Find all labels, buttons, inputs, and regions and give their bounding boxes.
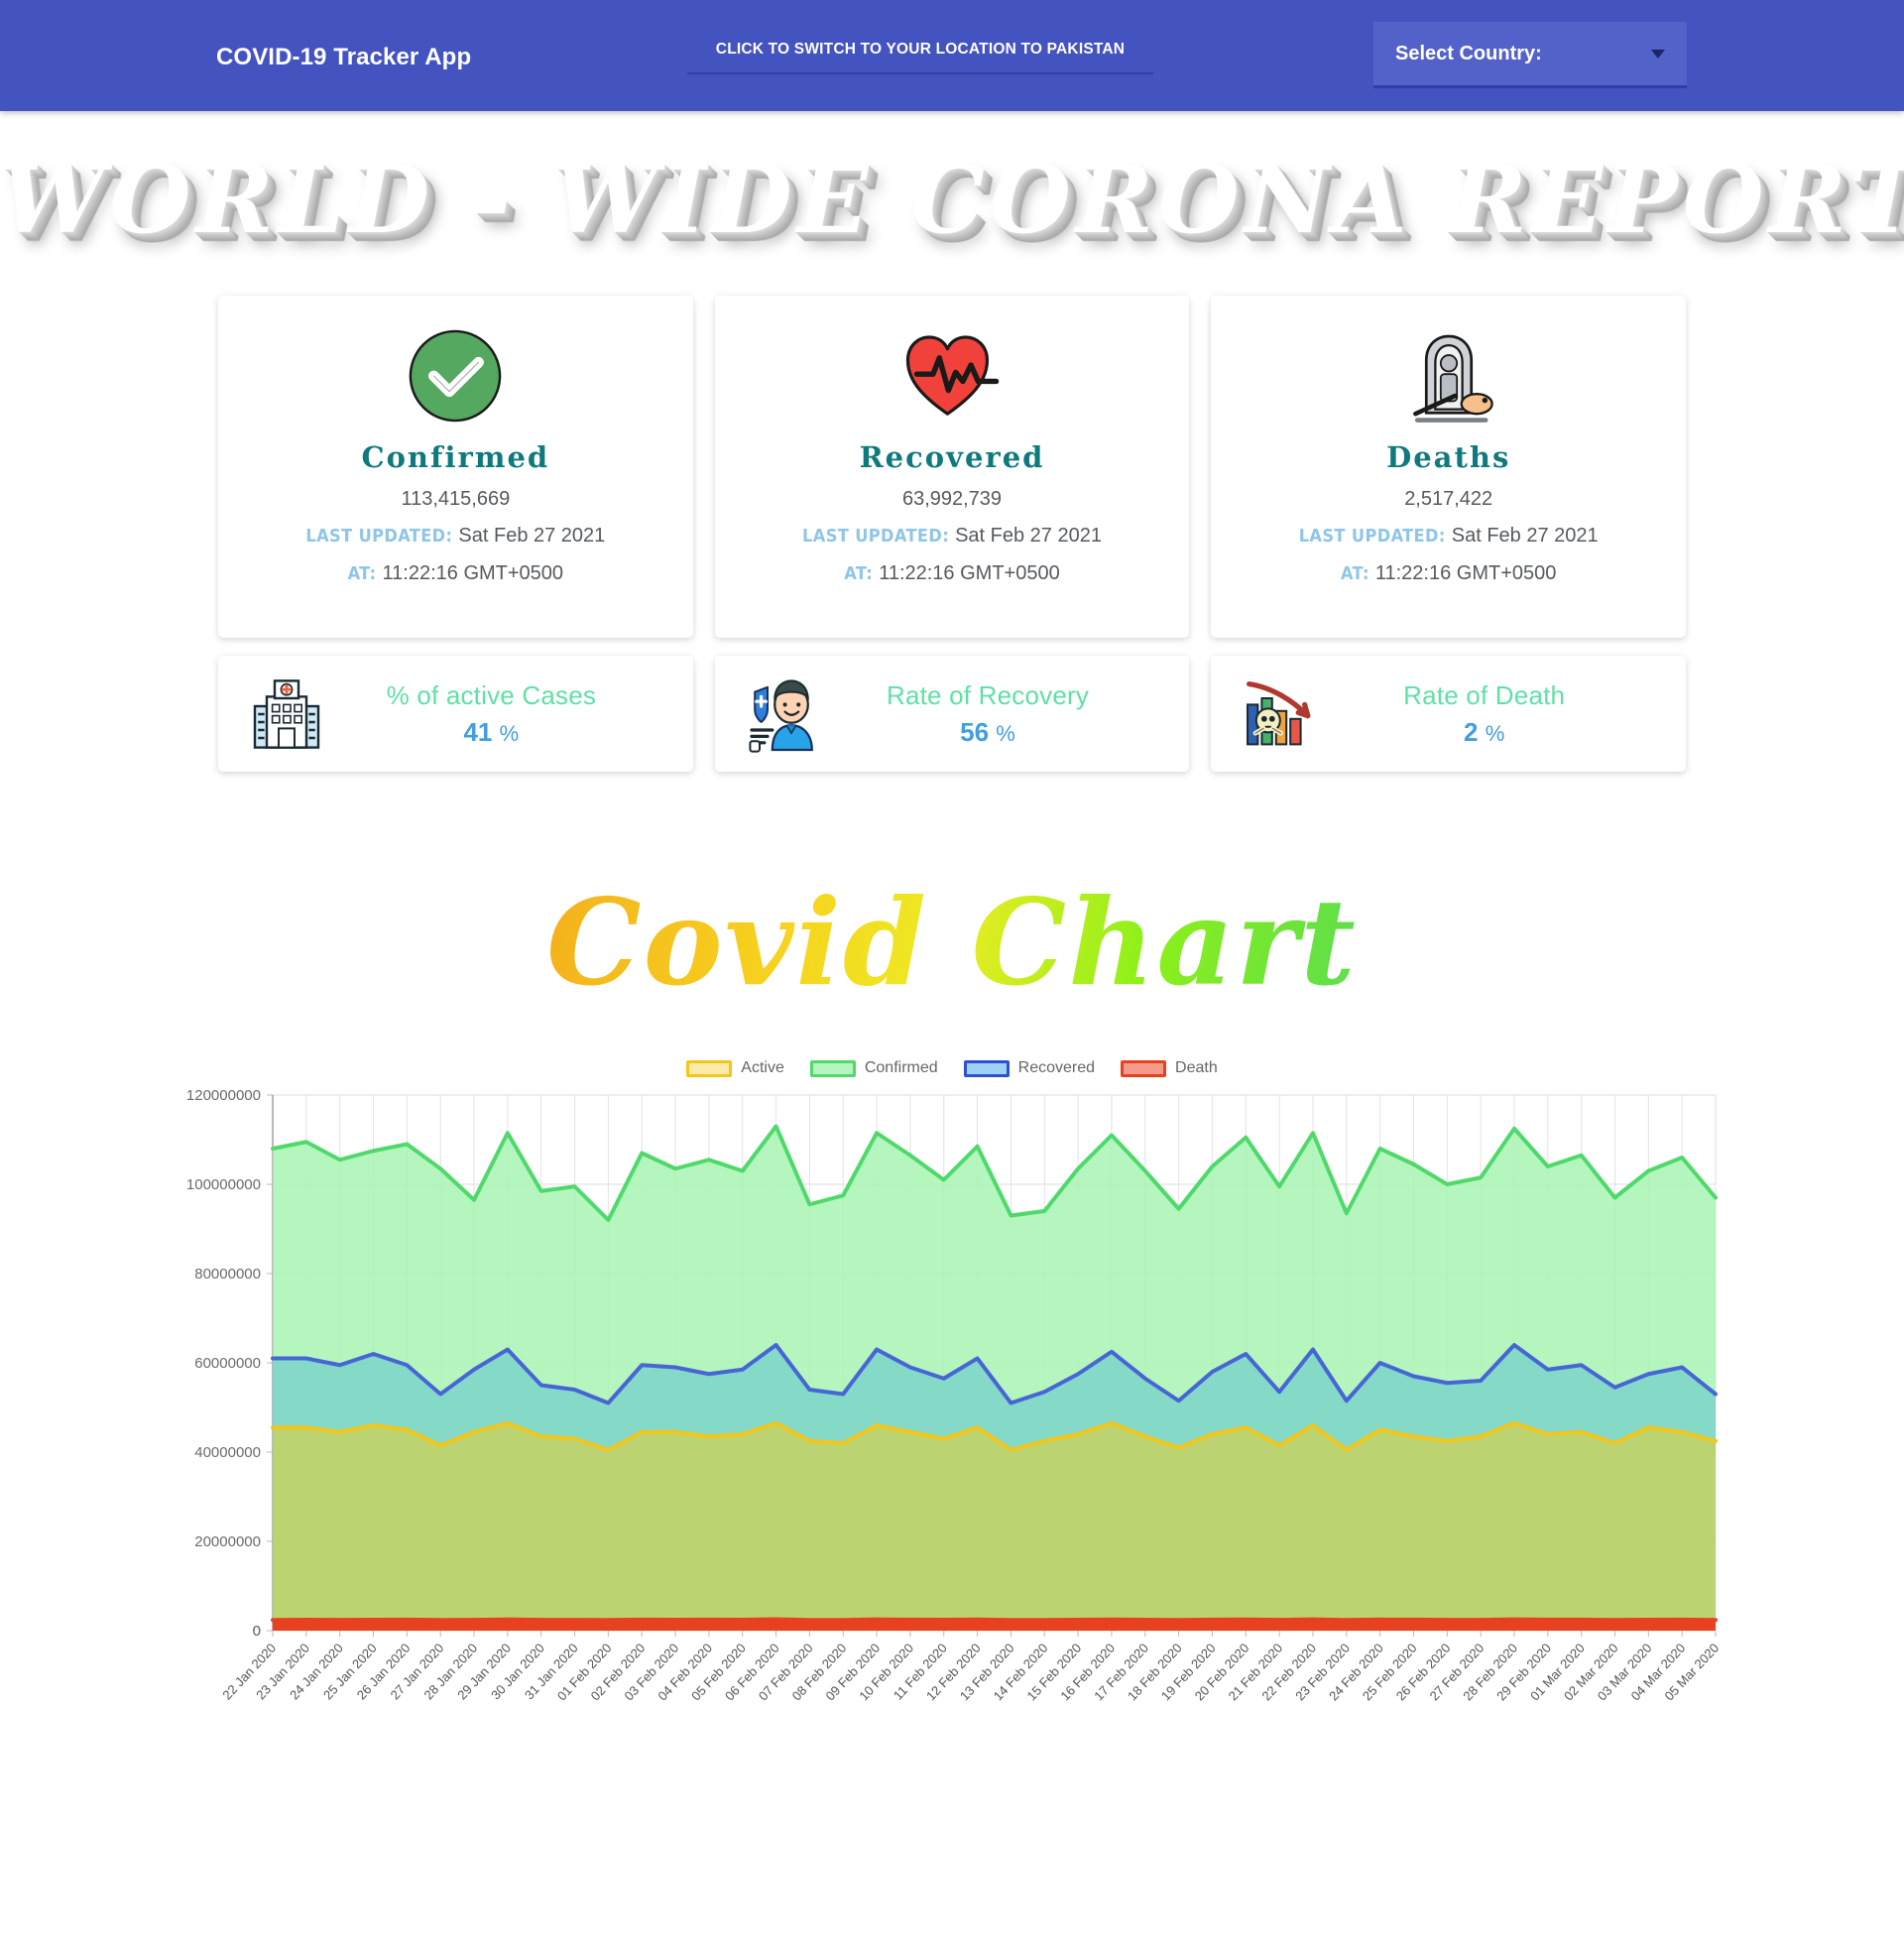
stat-card-recovered[interactable]: Recovered 63,992,739 LAST UPDATED: Sat Fe… <box>714 296 1190 639</box>
legend-item-active[interactable]: Active <box>686 1059 784 1077</box>
stat-card-deaths[interactable]: Deaths 2,517,422 LAST UPDATED: Sat Feb 27… <box>1211 296 1687 639</box>
chevron-down-icon <box>1651 49 1665 59</box>
check-circle-icon <box>236 321 675 430</box>
hospital-icon <box>242 671 331 758</box>
select-country-dropdown[interactable]: Select Country: <box>1373 22 1687 88</box>
app-brand-title: COVID-19 Tracker App <box>216 44 472 70</box>
switch-location-button[interactable]: CLICK TO SWITCH TO YOUR LOCATION TO PAKI… <box>687 27 1153 74</box>
legend-swatch <box>809 1059 856 1077</box>
last-updated-label: LAST UPDATED: <box>1298 526 1446 548</box>
at-value: 11:22:16 GMT+0500 <box>879 562 1060 585</box>
last-updated-value: Sat Feb 27 2021 <box>1451 525 1599 548</box>
rate-card-unit: % <box>996 720 1015 746</box>
heart-pulse-icon <box>733 321 1172 430</box>
rate-card-label: Rate of Death <box>1403 679 1566 710</box>
rate-card-label: Rate of Recovery <box>886 679 1090 710</box>
rate-card-value-row: 56 % <box>828 717 1148 748</box>
chart-svg: 0 20000000 40000000 60000000 80000000 1000000… <box>186 1087 1722 1703</box>
rate-card-body: % of active Cases 41 % <box>331 680 669 748</box>
rate-card-unit: % <box>1485 720 1505 746</box>
y-tick-label: 40000000 <box>194 1444 261 1461</box>
at-label: AT: <box>1340 563 1369 585</box>
page-title: WORLD - WIDE CORONA REPORT <box>0 146 1904 255</box>
stat-card-updated-row: LAST UPDATED: Sat Feb 27 2021 <box>733 521 1172 550</box>
rate-cards-row: % of active Cases 41 % Rate of Recovery … <box>218 656 1687 773</box>
stat-card-time-row: AT: 11:22:16 GMT+0500 <box>1229 558 1668 588</box>
stat-card-title: Deaths <box>1386 440 1511 475</box>
last-updated-label: LAST UPDATED: <box>802 526 950 548</box>
at-value: 11:22:16 GMT+0500 <box>1374 562 1557 585</box>
rate-card-unit: % <box>499 720 520 746</box>
stat-card-title: Confirmed <box>361 440 550 475</box>
legend-swatch <box>686 1059 733 1077</box>
tombstone-icon <box>1229 321 1668 430</box>
series-area-active <box>273 1422 1716 1632</box>
rate-card-recovery[interactable]: Rate of Recovery 56 % <box>714 656 1190 773</box>
at-label: AT: <box>347 563 377 585</box>
rate-card-value: 41 <box>463 716 493 747</box>
stats-section: Confirmed 113,415,669 LAST UPDATED: Sat F… <box>178 296 1726 773</box>
last-updated-value: Sat Feb 27 2021 <box>955 525 1102 548</box>
series-line-death[interactable] <box>271 1617 1718 1623</box>
stat-card-value: 113,415,669 <box>401 488 511 511</box>
stat-card-updated-row: LAST UPDATED: Sat Feb 27 2021 <box>1229 521 1668 550</box>
rate-card-active[interactable]: % of active Cases 41 % <box>218 656 693 773</box>
top-navbar: COVID-19 Tracker App CLICK TO SWITCH TO … <box>0 0 1904 111</box>
y-tick-label: 120000000 <box>186 1087 261 1104</box>
rate-card-body: Rate of Death 2 % <box>1324 680 1662 748</box>
legend-item-confirmed[interactable]: Confirmed <box>809 1059 938 1077</box>
death-chart-icon <box>1235 671 1324 758</box>
y-tick-label-zero: 0 <box>253 1623 261 1640</box>
rate-card-death[interactable]: Rate of Death 2 % <box>1211 656 1687 773</box>
at-label: AT: <box>844 563 874 585</box>
legend-label: Recovered <box>1017 1059 1096 1077</box>
stat-card-updated-row: LAST UPDATED: Sat Feb 27 2021 <box>236 521 675 550</box>
rate-card-value: 2 <box>1464 716 1479 747</box>
covid-chart: Active Confirmed Recovered Death 0 20000000 4… <box>178 1059 1726 1777</box>
last-updated-label: LAST UPDATED: <box>305 526 453 548</box>
stat-cards-row: Confirmed 113,415,669 LAST UPDATED: Sat F… <box>218 296 1687 639</box>
legend-item-recovered[interactable]: Recovered <box>963 1059 1096 1077</box>
rate-card-value: 56 <box>960 716 990 747</box>
legend-item-death[interactable]: Death <box>1121 1059 1218 1077</box>
rate-card-label: % of active Cases <box>386 679 597 710</box>
select-country-label: Select Country: <box>1395 42 1542 64</box>
recovered-person-icon <box>739 671 828 758</box>
stat-card-title: Recovered <box>859 440 1045 475</box>
chart-canvas[interactable]: 0 20000000 40000000 60000000 80000000 1000000… <box>178 1083 1726 1777</box>
legend-label: Active <box>741 1059 784 1077</box>
stat-card-confirmed[interactable]: Confirmed 113,415,669 LAST UPDATED: Sat F… <box>218 296 693 639</box>
stat-card-time-row: AT: 11:22:16 GMT+0500 <box>733 558 1172 588</box>
chart-legend: Active Confirmed Recovered Death <box>178 1059 1726 1077</box>
legend-label: Confirmed <box>864 1059 938 1077</box>
at-value: 11:22:16 GMT+0500 <box>382 562 564 585</box>
stat-card-time-row: AT: 11:22:16 GMT+0500 <box>236 558 675 588</box>
chart-heading: Covid Chart <box>0 857 1904 1030</box>
stat-card-value: 63,992,739 <box>901 488 1003 511</box>
rate-card-body: Rate of Recovery 56 % <box>828 680 1166 748</box>
stat-card-value: 2,517,422 <box>1404 488 1493 511</box>
y-tick-label: 100000000 <box>186 1176 261 1193</box>
rate-card-value-row: 41 % <box>331 717 652 748</box>
legend-swatch <box>1121 1059 1167 1077</box>
y-tick-label: 60000000 <box>194 1355 261 1372</box>
y-tick-label: 20000000 <box>194 1533 261 1550</box>
rate-card-value-row: 2 % <box>1324 717 1644 748</box>
last-updated-value: Sat Feb 27 2021 <box>458 525 606 548</box>
legend-swatch <box>963 1059 1010 1077</box>
legend-label: Death <box>1175 1059 1218 1077</box>
y-tick-label: 80000000 <box>194 1266 261 1283</box>
